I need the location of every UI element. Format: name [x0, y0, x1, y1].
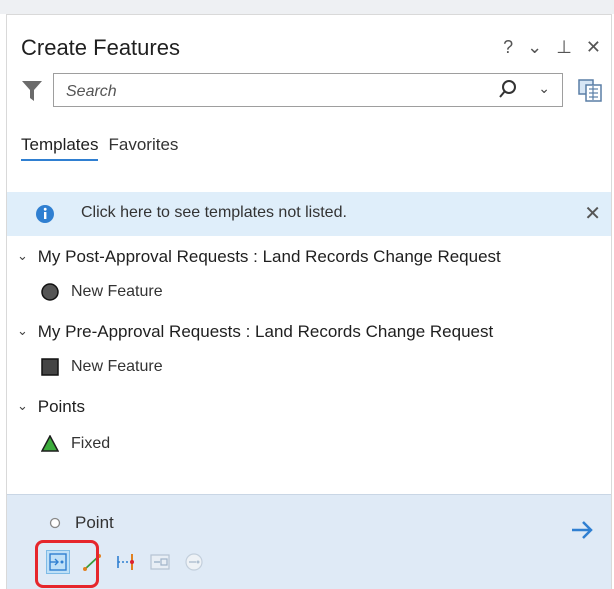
banner-close-icon[interactable]: ✕	[584, 201, 601, 226]
tab-templates[interactable]: Templates	[21, 135, 99, 161]
info-icon	[36, 205, 54, 223]
selected-template-label: Point	[75, 513, 114, 532]
circle-symbol-icon	[41, 283, 59, 301]
search-options-chevron-icon[interactable]: ⌄	[538, 80, 550, 97]
annotation-highlight-box	[35, 540, 99, 588]
template-item[interactable]: New Feature	[41, 358, 163, 376]
pane-title-bar: Create Features ? ⌄ ⊥ ✕	[21, 33, 601, 67]
templates-not-listed-banner[interactable]: Click here to see templates not listed. …	[7, 192, 611, 236]
template-label: Fixed	[71, 435, 111, 452]
template-group-header[interactable]: ⌄ My Pre-Approval Requests : Land Record…	[17, 322, 493, 342]
group-name: My Post-Approval Requests : Land Records…	[37, 247, 501, 266]
chevron-down-icon[interactable]: ⌄	[17, 398, 33, 414]
group-name: Points	[37, 397, 85, 416]
triangle-symbol-icon	[41, 435, 59, 452]
template-item[interactable]: New Feature	[41, 283, 163, 301]
help-button[interactable]: ?	[503, 37, 513, 58]
options-dropdown-button[interactable]: ⌄	[527, 37, 542, 58]
search-input[interactable]	[64, 80, 468, 104]
pane-title: Create Features	[21, 35, 180, 60]
template-group-header[interactable]: ⌄ My Post-Approval Requests : Land Recor…	[17, 247, 501, 267]
group-name: My Pre-Approval Requests : Land Records …	[37, 322, 494, 341]
template-item[interactable]: Fixed	[41, 435, 110, 453]
search-box: ⌄	[53, 73, 563, 107]
tab-strip: Templates Favorites	[21, 135, 178, 161]
window-top-strip	[0, 0, 614, 14]
point-at-end-tool-icon[interactable]	[183, 551, 205, 573]
selected-template[interactable]: Point	[49, 513, 114, 533]
arrow-right-icon[interactable]	[569, 517, 595, 543]
pin-icon[interactable]: ⊥	[556, 37, 572, 58]
filter-icon[interactable]	[21, 79, 43, 103]
close-icon[interactable]: ✕	[586, 37, 601, 58]
search-icon[interactable]	[498, 79, 518, 101]
distance-direction-tool-icon[interactable]	[115, 551, 137, 573]
template-label: New Feature	[71, 358, 163, 375]
search-row: ⌄	[21, 73, 603, 109]
chevron-down-icon[interactable]: ⌄	[17, 323, 33, 339]
xy-entry-tool-icon[interactable]	[149, 551, 171, 573]
point-symbol-icon	[49, 517, 61, 529]
template-label: New Feature	[71, 283, 163, 300]
manage-templates-icon[interactable]	[577, 77, 603, 103]
create-features-pane: Create Features ? ⌄ ⊥ ✕ ⌄	[6, 14, 612, 589]
square-symbol-icon	[41, 358, 59, 376]
pane-title-tools: ? ⌄ ⊥ ✕	[503, 37, 601, 58]
tab-favorites[interactable]: Favorites	[108, 135, 178, 161]
banner-text[interactable]: Click here to see templates not listed.	[81, 204, 347, 222]
chevron-down-icon[interactable]: ⌄	[17, 248, 33, 264]
selected-template-panel: Point	[7, 494, 611, 589]
template-group-header[interactable]: ⌄ Points	[17, 397, 85, 417]
